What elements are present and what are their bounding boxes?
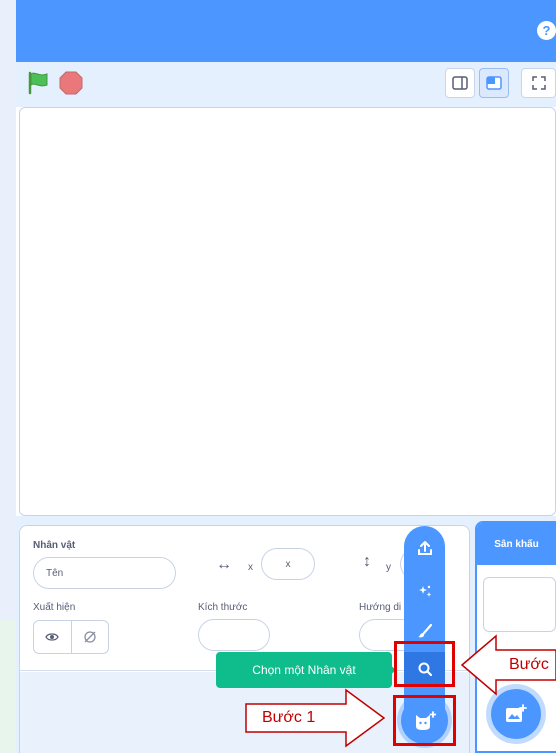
step2-label: Bước: [509, 656, 549, 673]
callout-arrows: [245, 634, 556, 748]
step1-label: Bước 1: [262, 709, 316, 726]
